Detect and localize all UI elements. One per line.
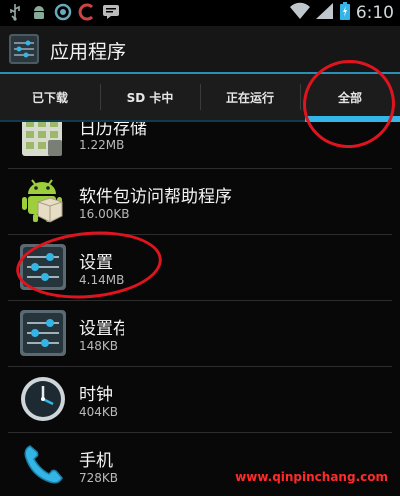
usb-icon [6, 3, 24, 21]
status-bar: 6:10 [0, 0, 400, 26]
app-name: 手机 [79, 451, 113, 471]
android-package-icon [18, 176, 68, 226]
app-name: 设置存 [79, 319, 130, 339]
list-item[interactable]: 时钟 404KB [0, 370, 400, 430]
sync-icon [54, 3, 72, 21]
app-name: 日历存储 [79, 122, 147, 139]
app-size: 16.00KB [79, 207, 130, 221]
list-divider [8, 366, 392, 367]
battery-icon [339, 2, 350, 24]
list-item[interactable]: 设置存 148KB [0, 304, 400, 364]
app-name: 时钟 [79, 385, 113, 405]
app-list: 日历存储 1.22MB 软件包访问帮助程序 16.00KB 设置 4.14MB … [0, 122, 400, 496]
clock-icon [18, 374, 68, 424]
list-item[interactable]: 手机 728KB [0, 436, 400, 496]
settings-app-icon[interactable] [8, 33, 40, 65]
tab-sd-card[interactable]: SD 卡中 [100, 74, 200, 120]
settings-storage-icon [18, 308, 68, 358]
tab-downloaded[interactable]: 已下载 [0, 74, 100, 120]
list-item[interactable]: 软件包访问帮助程序 16.00KB [0, 172, 400, 232]
watermark: www.qinpinchang.com [235, 470, 388, 484]
c-app-icon [78, 3, 96, 21]
clock-time: 6:10 [355, 3, 394, 23]
app-size: 148KB [79, 339, 119, 353]
app-name: 软件包访问帮助程序 [79, 187, 232, 207]
list-divider [8, 168, 392, 169]
tab-running[interactable]: 正在运行 [200, 74, 300, 120]
android-icon [30, 3, 48, 21]
calendar-storage-icon [18, 122, 68, 162]
phone-icon [18, 440, 68, 490]
list-divider [8, 300, 392, 301]
app-size: 1.22MB [79, 138, 125, 152]
signal-icon [315, 2, 334, 24]
app-size: 728KB [79, 471, 119, 485]
page-title: 应用程序 [50, 41, 127, 63]
wifi-icon [289, 2, 310, 24]
app-size: 404KB [79, 405, 119, 419]
list-divider [8, 432, 392, 433]
message-icon [102, 3, 120, 21]
